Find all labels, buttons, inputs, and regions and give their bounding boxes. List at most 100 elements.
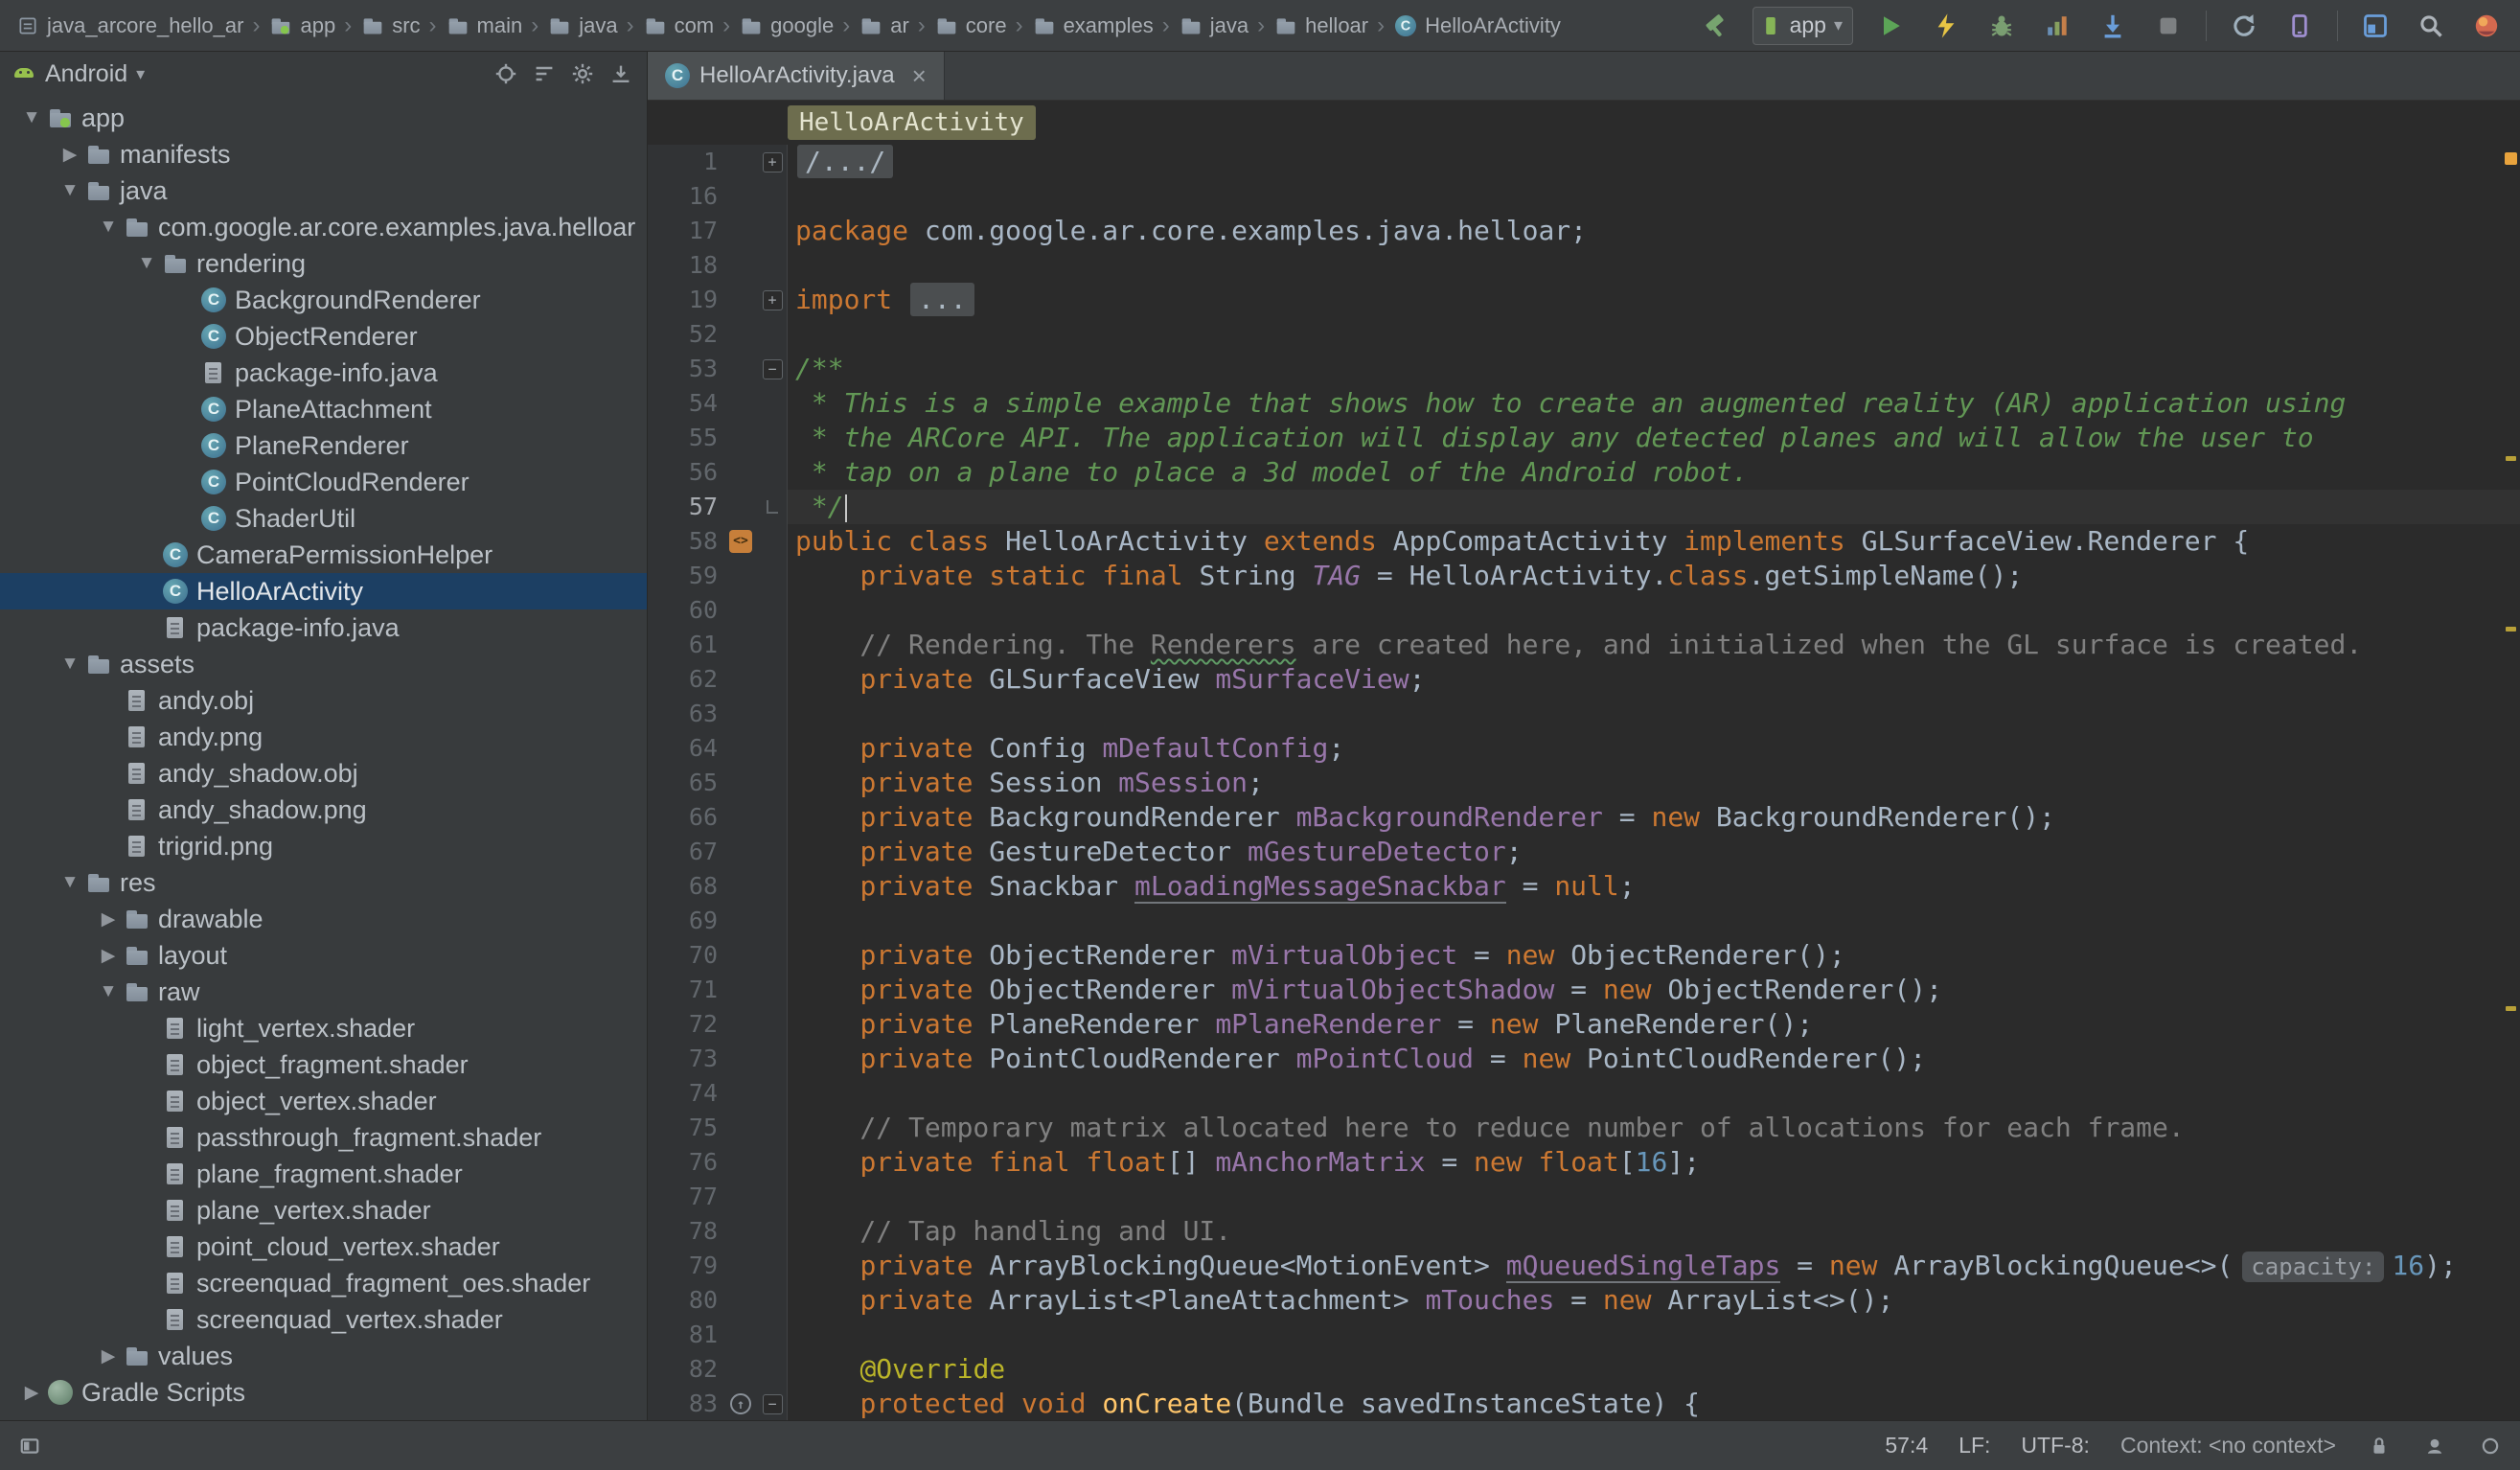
gutter[interactable]: 75 <box>648 1111 788 1145</box>
code-line[interactable]: 1+/.../ <box>648 145 2520 179</box>
warning-stripe-mark[interactable] <box>2506 1006 2516 1011</box>
tree-item[interactable]: object_fragment.shader <box>0 1046 647 1083</box>
code-line[interactable]: 76 private final float[] mAnchorMatrix =… <box>648 1145 2520 1180</box>
gutter[interactable]: 72 <box>648 1007 788 1042</box>
tree-item[interactable]: CShaderUtil <box>0 500 647 537</box>
inspections-profile-icon[interactable] <box>2422 1434 2447 1459</box>
assistant-avatar-icon[interactable] <box>2468 8 2505 44</box>
locate-file-icon[interactable] <box>492 59 520 88</box>
tree-item[interactable]: andy_shadow.png <box>0 792 647 828</box>
gutter[interactable]: 63 <box>648 697 788 731</box>
chevron-expanded-icon[interactable]: ▼ <box>92 217 125 238</box>
code-line[interactable]: 72 private PlaneRenderer mPlaneRenderer … <box>648 1007 2520 1042</box>
gutter[interactable]: 81 <box>648 1318 788 1352</box>
code-line[interactable]: 71 private ObjectRenderer mVirtualObject… <box>648 973 2520 1007</box>
tree-item[interactable]: object_vertex.shader <box>0 1083 647 1119</box>
fold-marker-plus[interactable]: + <box>758 152 787 172</box>
gutter[interactable]: 70 <box>648 938 788 973</box>
line-number[interactable]: 68 <box>648 869 723 904</box>
breadcrumb-item[interactable]: core <box>934 13 1007 38</box>
tree-item[interactable]: ▶manifests <box>0 136 647 172</box>
line-number[interactable]: 77 <box>648 1180 723 1214</box>
tree-item[interactable]: ▼assets <box>0 646 647 682</box>
error-stripe[interactable] <box>2503 145 2520 1420</box>
hide-panel-icon[interactable] <box>607 59 635 88</box>
readonly-lock-icon[interactable] <box>2367 1434 2392 1459</box>
run-config-select[interactable]: app ▾ <box>1753 7 1853 45</box>
code-line[interactable]: 74 <box>648 1076 2520 1111</box>
chevron-collapsed-icon[interactable]: ▶ <box>15 1382 48 1404</box>
breadcrumb-item[interactable]: src <box>360 13 420 38</box>
code-line[interactable]: 75 // Temporary matrix allocated here to… <box>648 1111 2520 1145</box>
background-tasks-icon[interactable] <box>2478 1434 2503 1459</box>
breadcrumb-current-element[interactable]: HelloArActivity <box>788 105 1036 140</box>
line-number[interactable]: 65 <box>648 766 723 800</box>
code-line[interactable]: 70 private ObjectRenderer mVirtualObject… <box>648 938 2520 973</box>
gutter[interactable]: 68 <box>648 869 788 904</box>
gutter[interactable]: 82 <box>648 1352 788 1387</box>
code-line[interactable]: 53−/** <box>648 352 2520 386</box>
breadcrumb-item[interactable]: CHelloArActivity <box>1393 13 1561 38</box>
gutter[interactable]: 57 <box>648 490 788 524</box>
tree-item[interactable]: andy.obj <box>0 682 647 719</box>
gutter[interactable]: 58<> <box>648 524 788 559</box>
line-number[interactable]: 72 <box>648 1007 723 1042</box>
line-number[interactable]: 60 <box>648 593 723 628</box>
tree-item[interactable]: CPlaneAttachment <box>0 391 647 427</box>
tree-item[interactable]: ▶values <box>0 1338 647 1374</box>
gutter[interactable]: 17 <box>648 214 788 248</box>
code-line[interactable]: 54 * This is a simple example that shows… <box>648 386 2520 421</box>
tree-item[interactable]: ▼app <box>0 100 647 136</box>
line-number[interactable]: 76 <box>648 1145 723 1180</box>
code-line[interactable]: 77 <box>648 1180 2520 1214</box>
code-line[interactable]: 73 private PointCloudRenderer mPointClou… <box>648 1042 2520 1076</box>
sync-project-icon[interactable] <box>2226 8 2262 44</box>
gutter[interactable]: 67 <box>648 835 788 869</box>
tool-window-switcher-icon[interactable] <box>17 1434 42 1459</box>
override-gutter-icon[interactable]: ↑ <box>723 1387 758 1420</box>
gutter[interactable]: 74 <box>648 1076 788 1111</box>
close-icon[interactable]: × <box>912 63 927 88</box>
tree-item[interactable]: plane_vertex.shader <box>0 1192 647 1229</box>
line-number[interactable]: 80 <box>648 1283 723 1318</box>
caret-position[interactable]: 57:4 <box>1885 1433 1928 1459</box>
gutter[interactable]: 56 <box>648 455 788 490</box>
project-view-selector[interactable]: Android ▾ <box>11 60 145 88</box>
gutter[interactable]: 76 <box>648 1145 788 1180</box>
tree-item[interactable]: ▶layout <box>0 937 647 974</box>
line-number[interactable]: 16 <box>648 179 723 214</box>
debug-bug-icon[interactable] <box>1983 8 2020 44</box>
line-number[interactable]: 61 <box>648 628 723 662</box>
code-line[interactable]: 58<>public class HelloArActivity extends… <box>648 524 2520 559</box>
code-line[interactable]: 19+import ... <box>648 283 2520 317</box>
line-number[interactable]: 56 <box>648 455 723 490</box>
gutter[interactable]: 18 <box>648 248 788 283</box>
chevron-collapsed-icon[interactable]: ▶ <box>92 1345 125 1367</box>
gutter[interactable]: 52 <box>648 317 788 352</box>
breadcrumb-item[interactable]: helloar <box>1273 13 1368 38</box>
gutter[interactable]: 16 <box>648 179 788 214</box>
code-line[interactable]: 63 <box>648 697 2520 731</box>
apply-changes-icon[interactable] <box>1928 8 1964 44</box>
inspection-status-mark[interactable] <box>2505 152 2517 165</box>
line-number[interactable]: 78 <box>648 1214 723 1249</box>
line-number[interactable]: 55 <box>648 421 723 455</box>
code-line[interactable]: 57 */ <box>648 490 2520 524</box>
breadcrumb-item[interactable]: com <box>643 13 715 38</box>
context-indicator[interactable]: Context: <no context> <box>2120 1433 2336 1459</box>
line-number[interactable]: 57 <box>648 490 723 524</box>
tree-item[interactable]: CBackgroundRenderer <box>0 282 647 318</box>
code-line[interactable]: 67 private GestureDetector mGestureDetec… <box>648 835 2520 869</box>
line-number[interactable]: 69 <box>648 904 723 938</box>
code-line[interactable]: 59 private static final String TAG = Hel… <box>648 559 2520 593</box>
line-number[interactable]: 82 <box>648 1352 723 1387</box>
line-number[interactable]: 83 <box>648 1387 723 1420</box>
line-number[interactable]: 53 <box>648 352 723 386</box>
tree-item[interactable]: plane_fragment.shader <box>0 1156 647 1192</box>
gutter[interactable]: 65 <box>648 766 788 800</box>
code-editor[interactable]: 1+/.../1617package com.google.ar.core.ex… <box>648 145 2520 1420</box>
tree-item[interactable]: ▶drawable <box>0 901 647 937</box>
code-line[interactable]: 82 @Override <box>648 1352 2520 1387</box>
code-line[interactable]: 79 private ArrayBlockingQueue<MotionEven… <box>648 1249 2520 1283</box>
breadcrumb-item[interactable]: main <box>446 13 523 38</box>
